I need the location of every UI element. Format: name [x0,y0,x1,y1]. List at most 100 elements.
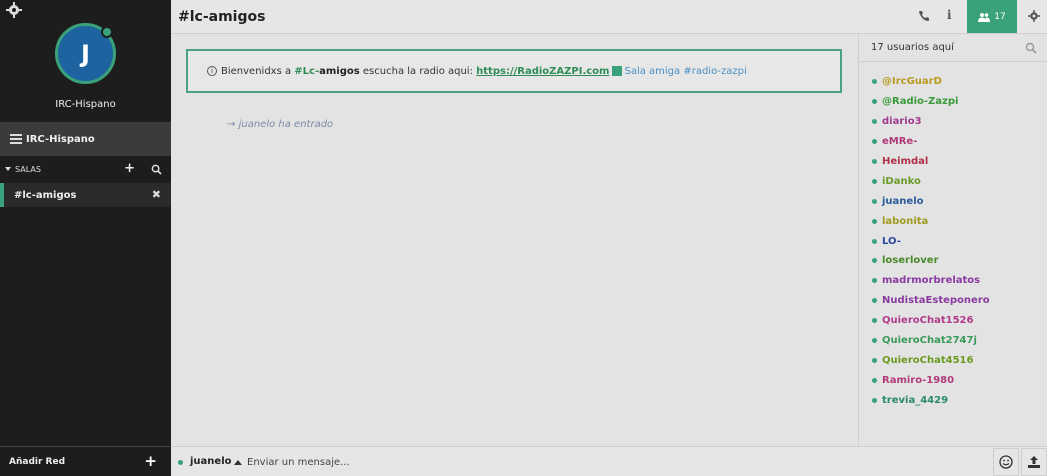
topic-channel-suffix: amigos [319,65,360,77]
avatar-letter: J [81,39,90,68]
user-list-item[interactable]: Heimdal [872,152,990,172]
join-message: → juanelo ha entrado [227,119,333,130]
online-dot [872,178,877,184]
smiley-icon [999,455,1013,469]
user-list-item[interactable]: @IrcGuarD [872,72,990,92]
topic-sala-channel[interactable]: #radio-zazpi [683,66,746,77]
salas-header[interactable]: SALAS [0,159,171,179]
online-dot [872,377,877,383]
user-nick: trevia_4429 [882,394,949,406]
user-nick: labonita [882,215,929,227]
online-dot [872,198,877,204]
user-list-item[interactable]: madrmorbrelatos [872,271,990,291]
user-list-item[interactable]: eMRe- [872,132,990,152]
salas-label: SALAS [15,164,41,174]
status-dot [178,460,183,465]
sidebar-item-channel[interactable]: #lc-amigos [0,183,171,207]
topic-channel-prefix: #Lc- [294,65,320,77]
users-toggle-button[interactable]: 17 [967,0,1017,33]
upload-icon [1028,456,1040,468]
user-list-item[interactable]: labonita [872,211,990,231]
online-dot [872,119,877,125]
upload-button[interactable] [1021,448,1047,476]
sidebar: J IRC-Hispano IRC-Hispano SALAS + #lc-am… [0,0,171,476]
phone-icon[interactable] [918,10,930,22]
search-icon[interactable] [1025,42,1037,54]
online-dot [872,278,877,284]
message-area: i Bienvenidxs a #Lc-amigos escucha la ra… [171,34,859,446]
online-dot [872,159,877,164]
user-nick: iDanko [882,175,921,187]
topic-url-link[interactable]: https://RadioZAZPI.com [476,66,609,77]
user-list-item[interactable]: LO- [872,231,990,251]
info-icon[interactable]: i [947,8,952,22]
channel-header: #lc-amigos i 17 [171,0,1047,34]
close-icon[interactable]: ✖ [152,188,161,201]
users-panel: 17 usuarios aquí @IrcGuarD @Radio-Zazpi di… [858,34,1047,446]
online-dot [872,258,877,264]
user-nick: madrmorbrelatos [882,275,981,287]
user-nick: QuieroChat4516 [882,354,974,366]
users-count-label: 17 usuarios aquí [871,42,954,53]
user-nick: QuieroChat1526 [882,315,974,327]
user-list-item[interactable]: trevia_4429 [872,390,990,410]
message-input[interactable] [247,453,947,471]
plus-icon[interactable]: + [144,452,157,470]
user-nick: LO- [882,235,901,247]
topic-middle: escucha la radio aqui: [362,65,473,77]
user-count: 17 [994,11,1006,22]
topic-prefix: Bienvenidxs a [221,65,292,77]
channel-label: #lc-amigos [14,189,77,201]
user-list-item[interactable]: loserlover [872,251,990,271]
user-nick: Heimdal [882,156,929,167]
user-list: @IrcGuarD @Radio-Zazpi diario3 eMRe- Heimdal… [872,72,990,410]
online-dot [872,139,877,145]
user-list-item[interactable]: Ramiro-1980 [872,370,990,390]
join-nick[interactable]: juanelo [239,119,276,130]
current-nick[interactable]: juanelo [190,456,232,467]
user-nick: NudistaEsteponero [882,295,990,307]
user-nick: @Radio-Zazpi [882,96,959,108]
online-dot [872,238,877,244]
caret-down-icon [5,167,11,171]
emoji-button[interactable] [993,448,1019,476]
add-network-label: Añadir Red [9,456,66,467]
topic-channel-link[interactable]: #Lc-amigos [294,66,359,77]
user-list-item[interactable]: @Radio-Zazpi [872,92,990,112]
join-text: ha entrado [278,119,334,130]
network-row-label: IRC-Hispano [26,133,95,145]
online-dot [872,298,877,304]
online-dot [872,99,877,105]
arrow-icon: → [227,119,236,130]
users-icon [978,12,991,22]
online-dot [872,338,877,344]
caret-up-icon[interactable] [234,460,242,465]
gear-icon[interactable] [6,2,22,18]
topic-sala-amiga: Sala amiga [624,65,681,77]
user-nick: juanelo [882,195,924,207]
search-icon[interactable] [151,164,162,175]
online-dot [872,318,877,324]
gear-icon[interactable] [1028,10,1040,22]
image-icon [612,66,623,76]
online-dot [872,79,877,85]
user-nick: @IrcGuarD [882,76,942,88]
user-nick: diario3 [882,116,922,128]
user-list-item[interactable]: QuieroChat2747j [872,331,990,351]
user-list-item[interactable]: NudistaEsteponero [872,291,990,311]
online-dot [872,218,877,224]
page-title: #lc-amigos [178,9,266,25]
user-list-item[interactable]: QuieroChat1526 [872,311,990,331]
channel-topic: i Bienvenidxs a #Lc-amigos escucha la ra… [186,49,842,93]
user-list-item[interactable]: iDanko [872,171,990,191]
user-nick: eMRe- [882,136,918,148]
user-nick: QuieroChat2747j [882,335,977,347]
user-list-item[interactable]: diario3 [872,112,990,132]
user-list-item[interactable]: juanelo [872,191,990,211]
sidebar-item-network[interactable]: IRC-Hispano [0,122,171,156]
add-channel-icon[interactable]: + [124,161,135,176]
user-list-item[interactable]: QuieroChat4516 [872,350,990,370]
network-name: IRC-Hispano [55,99,116,110]
online-dot [872,397,877,403]
status-dot [101,26,113,38]
